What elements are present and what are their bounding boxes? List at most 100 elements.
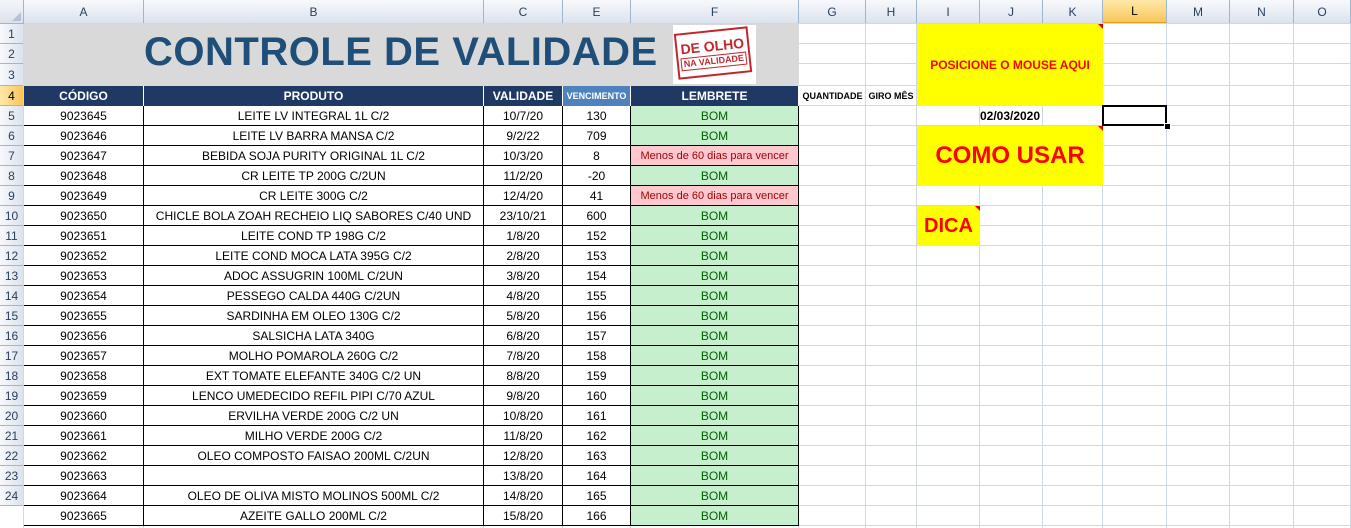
dica-note[interactable]: DICA <box>917 206 980 246</box>
row-header-3[interactable]: 3 <box>0 64 24 86</box>
cell-vencimento[interactable]: 152 <box>563 226 631 246</box>
current-date[interactable]: 02/03/2020 <box>917 106 1103 126</box>
cell-codigo[interactable]: 9023653 <box>24 266 144 286</box>
row-header-2[interactable]: 2 <box>0 44 24 64</box>
cell-vencimento[interactable]: 130 <box>563 106 631 126</box>
cell-vencimento[interactable]: -20 <box>563 166 631 186</box>
header-lembrete[interactable]: LEMBRETE <box>631 86 799 106</box>
column-header-f[interactable]: F <box>631 0 799 24</box>
row-header-6[interactable]: 6 <box>0 126 24 146</box>
column-header-e[interactable]: E <box>563 0 631 24</box>
cell-produto[interactable]: ADOC ASSUGRIN 100ML C/2UN <box>144 266 484 286</box>
cell-vencimento[interactable]: 158 <box>563 346 631 366</box>
row-header-7[interactable]: 7 <box>0 146 24 166</box>
row-header-11[interactable]: 11 <box>0 226 24 246</box>
cell-produto[interactable]: LEITE COND MOCA LATA 395G C/2 <box>144 246 484 266</box>
cell-codigo[interactable]: 9023657 <box>24 346 144 366</box>
cell-produto[interactable]: CR LEITE TP 200G C/2UN <box>144 166 484 186</box>
column-header-i[interactable]: I <box>917 0 980 24</box>
column-header-c[interactable]: C <box>484 0 563 24</box>
cell-validade[interactable]: 13/8/20 <box>484 466 563 486</box>
cell-lembrete[interactable]: BOM <box>631 226 799 246</box>
cell-lembrete[interactable]: BOM <box>631 246 799 266</box>
row-header-18[interactable]: 18 <box>0 366 24 386</box>
cell-vencimento[interactable]: 8 <box>563 146 631 166</box>
cell-codigo[interactable]: 9023663 <box>24 466 144 486</box>
column-header-b[interactable]: B <box>144 0 484 24</box>
cell-produto[interactable]: CHICLE BOLA ZOAH RECHEIO LIQ SABORES C/4… <box>144 206 484 226</box>
cell-codigo[interactable]: 9023647 <box>24 146 144 166</box>
cell-vencimento[interactable]: 154 <box>563 266 631 286</box>
cell-vencimento[interactable]: 41 <box>563 186 631 206</box>
cell-vencimento[interactable]: 163 <box>563 446 631 466</box>
cell-validade[interactable]: 14/8/20 <box>484 486 563 506</box>
cell-lembrete[interactable]: BOM <box>631 506 799 526</box>
cell-lembrete[interactable]: BOM <box>631 446 799 466</box>
cell-codigo[interactable]: 9023656 <box>24 326 144 346</box>
cell-lembrete[interactable]: BOM <box>631 126 799 146</box>
cell-lembrete[interactable]: BOM <box>631 426 799 446</box>
cell-codigo[interactable]: 9023648 <box>24 166 144 186</box>
mouse-hint-note[interactable]: POSICIONE O MOUSE AQUI <box>917 24 1103 106</box>
row-header-14[interactable]: 14 <box>0 286 24 306</box>
cell-validade[interactable]: 8/8/20 <box>484 366 563 386</box>
cell-vencimento[interactable]: 157 <box>563 326 631 346</box>
column-header-n[interactable]: N <box>1230 0 1294 24</box>
cell-codigo[interactable]: 9023645 <box>24 106 144 126</box>
cell-validade[interactable]: 15/8/20 <box>484 506 563 526</box>
cell-lembrete[interactable]: BOM <box>631 366 799 386</box>
active-cell-selection[interactable] <box>1102 105 1167 126</box>
cell-produto[interactable]: LEITE LV BARRA MANSA C/2 <box>144 126 484 146</box>
row-header-22[interactable]: 22 <box>0 446 24 466</box>
cell-validade[interactable]: 10/7/20 <box>484 106 563 126</box>
cell-vencimento[interactable]: 160 <box>563 386 631 406</box>
column-header-h[interactable]: H <box>866 0 917 24</box>
cell-codigo[interactable]: 9023652 <box>24 246 144 266</box>
row-header-13[interactable]: 13 <box>0 266 24 286</box>
cell-validade[interactable]: 5/8/20 <box>484 306 563 326</box>
select-all-button[interactable] <box>0 0 24 24</box>
row-header-10[interactable]: 10 <box>0 206 24 226</box>
row-header-4[interactable]: 4 <box>0 86 24 106</box>
column-header-k[interactable]: K <box>1043 0 1103 24</box>
cell-produto[interactable]: LENCO UMEDECIDO REFIL PIPI C/70 AZUL <box>144 386 484 406</box>
row-header-5[interactable]: 5 <box>0 106 24 126</box>
cell-lembrete[interactable]: BOM <box>631 326 799 346</box>
cell-lembrete[interactable]: BOM <box>631 346 799 366</box>
cell-lembrete[interactable]: BOM <box>631 286 799 306</box>
cell-lembrete[interactable]: BOM <box>631 466 799 486</box>
cell-codigo[interactable]: 9023662 <box>24 446 144 466</box>
header-validade[interactable]: VALIDADE <box>484 86 563 106</box>
cell-codigo[interactable]: 9023658 <box>24 366 144 386</box>
cell-produto[interactable] <box>144 466 484 486</box>
column-header-m[interactable]: M <box>1167 0 1230 24</box>
cell-lembrete[interactable]: BOM <box>631 386 799 406</box>
cell-codigo[interactable]: 9023664 <box>24 486 144 506</box>
cell-vencimento[interactable]: 161 <box>563 406 631 426</box>
cell-validade[interactable]: 1/8/20 <box>484 226 563 246</box>
cell-validade[interactable]: 3/8/20 <box>484 266 563 286</box>
row-header-9[interactable]: 9 <box>0 186 24 206</box>
cell-lembrete[interactable]: BOM <box>631 106 799 126</box>
column-header-l[interactable]: L <box>1103 0 1167 24</box>
column-header-a[interactable]: A <box>24 0 144 24</box>
cell-produto[interactable]: EXT TOMATE ELEFANTE 340G C/2 UN <box>144 366 484 386</box>
cell-lembrete[interactable]: BOM <box>631 486 799 506</box>
cell-produto[interactable]: MILHO VERDE 200G C/2 <box>144 426 484 446</box>
row-header-1[interactable]: 1 <box>0 24 24 44</box>
cell-validade[interactable]: 7/8/20 <box>484 346 563 366</box>
cell-produto[interactable]: OLEO COMPOSTO FAISAO 200ML C/2UN <box>144 446 484 466</box>
cell-lembrete[interactable]: BOM <box>631 206 799 226</box>
cell-validade[interactable]: 9/8/20 <box>484 386 563 406</box>
cell-produto[interactable]: ERVILHA VERDE 200G C/2 UN <box>144 406 484 426</box>
column-header-o[interactable]: O <box>1294 0 1351 24</box>
cell-codigo[interactable]: 9023649 <box>24 186 144 206</box>
cell-produto[interactable]: BEBIDA SOJA PURITY ORIGINAL 1L C/2 <box>144 146 484 166</box>
cell-validade[interactable]: 12/4/20 <box>484 186 563 206</box>
cell-produto[interactable]: MOLHO POMAROLA 260G C/2 <box>144 346 484 366</box>
cell-produto[interactable]: LEITE COND TP 198G C/2 <box>144 226 484 246</box>
cell-validade[interactable]: 6/8/20 <box>484 326 563 346</box>
como-usar-note[interactable]: COMO USAR <box>917 126 1103 186</box>
cell-produto[interactable]: PESSEGO CALDA 440G C/2UN <box>144 286 484 306</box>
row-header-8[interactable]: 8 <box>0 166 24 186</box>
